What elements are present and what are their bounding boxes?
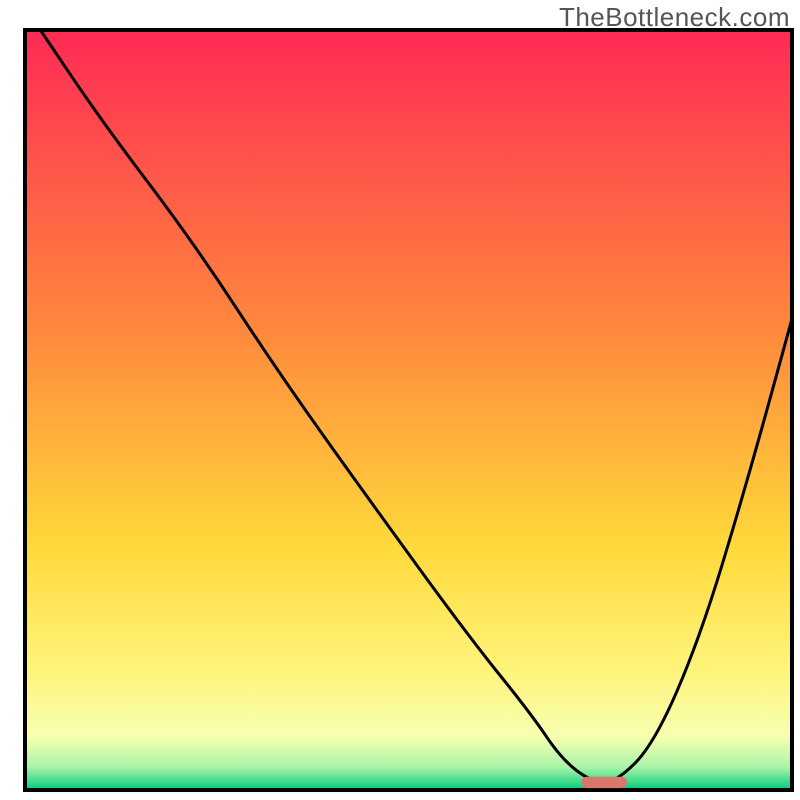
optimal-point-marker [581, 777, 627, 788]
chart-svg [0, 0, 800, 800]
watermark-text: TheBottleneck.com [559, 2, 790, 33]
chart-background [25, 30, 792, 790]
bottleneck-chart: TheBottleneck.com [0, 0, 800, 800]
